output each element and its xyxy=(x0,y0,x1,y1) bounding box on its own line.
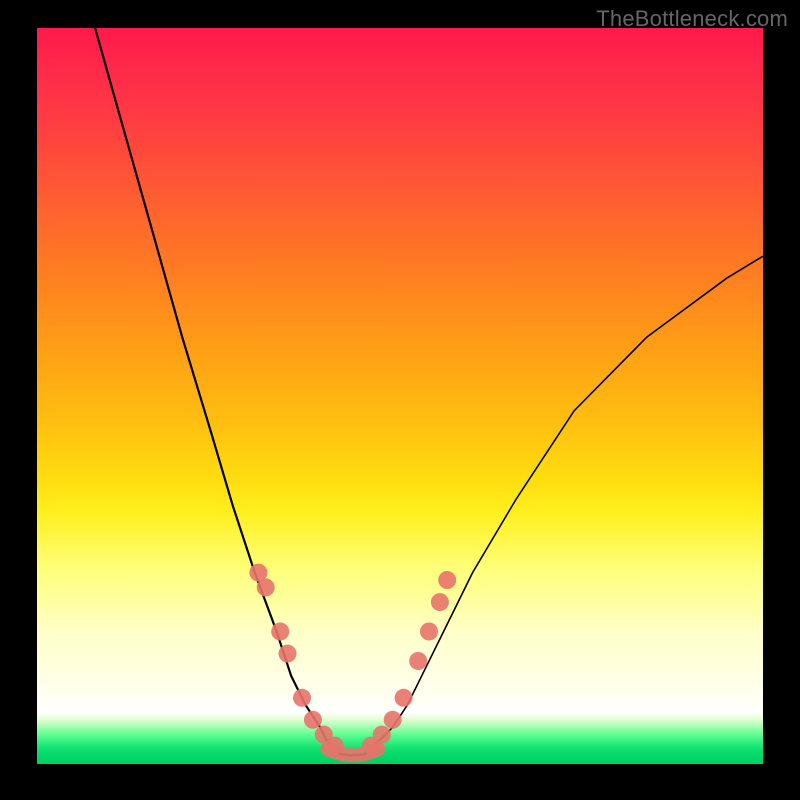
dot-right-6 xyxy=(431,593,449,611)
dot-right-4 xyxy=(409,652,427,670)
dot-left-7 xyxy=(326,737,344,755)
chart-curves-svg xyxy=(37,28,763,764)
dot-right-5 xyxy=(420,623,438,641)
dot-left-1 xyxy=(257,578,275,596)
dot-right-2 xyxy=(384,711,402,729)
curve-right-curve xyxy=(364,256,763,749)
chart-plot-area xyxy=(37,28,763,764)
dot-left-4 xyxy=(293,689,311,707)
dot-right-3 xyxy=(395,689,413,707)
dot-right-1 xyxy=(373,726,391,744)
dot-right-7 xyxy=(438,571,456,589)
curve-left-curve xyxy=(95,28,342,749)
watermark-text: TheBottleneck.com xyxy=(596,6,788,32)
dot-left-2 xyxy=(271,623,289,641)
dot-left-5 xyxy=(304,711,322,729)
curve-group xyxy=(95,28,763,755)
dot-group xyxy=(249,564,456,756)
dot-left-3 xyxy=(279,645,297,663)
